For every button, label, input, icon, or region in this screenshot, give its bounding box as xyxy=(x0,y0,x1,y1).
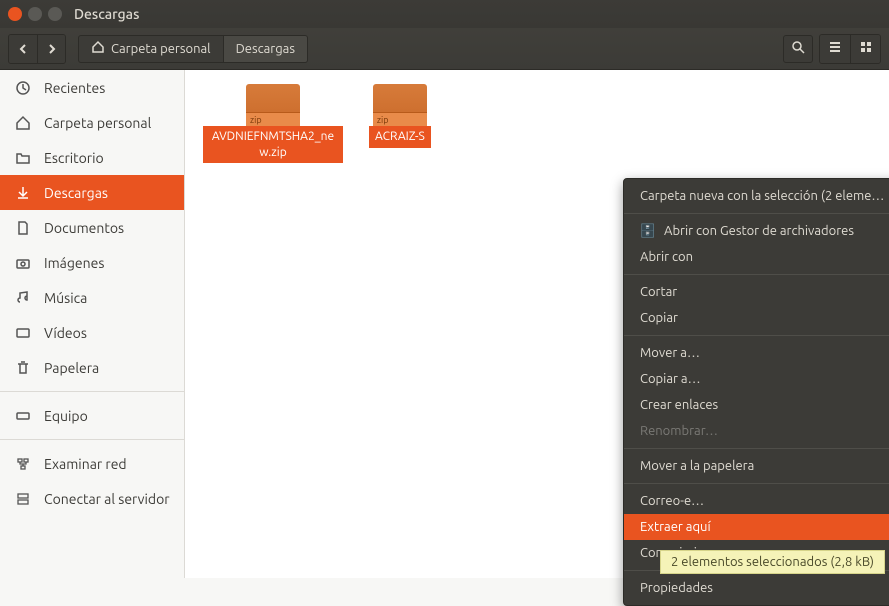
sidebar-item-home[interactable]: Carpeta personal xyxy=(0,105,184,140)
sidebar-label: Música xyxy=(44,290,87,306)
sidebar-label: Equipo xyxy=(44,408,88,424)
archive-app-icon: 🗄️ xyxy=(640,224,656,239)
sidebar-item-network[interactable]: Examinar red xyxy=(0,446,184,481)
window-controls xyxy=(8,7,62,21)
context-menu-separator xyxy=(624,274,889,275)
ctx-cut[interactable]: Cortar xyxy=(624,279,889,305)
music-icon xyxy=(14,289,32,307)
window-minimize-button[interactable] xyxy=(28,7,42,21)
window-maximize-button[interactable] xyxy=(48,7,62,21)
sidebar-item-computer[interactable]: Equipo xyxy=(0,398,184,433)
sidebar-label: Vídeos xyxy=(44,325,87,341)
view-mode-buttons xyxy=(819,34,881,64)
grid-view-button[interactable] xyxy=(850,35,880,63)
server-icon xyxy=(14,490,32,508)
toolbar: Carpeta personal Descargas xyxy=(0,28,889,70)
home-icon xyxy=(14,114,32,132)
status-text: 2 elementos seleccionados (2,8 kB) xyxy=(671,555,874,569)
breadcrumb: Carpeta personal Descargas xyxy=(78,35,308,63)
sidebar-label: Descargas xyxy=(44,185,108,201)
folder-icon xyxy=(14,149,32,167)
search-button[interactable] xyxy=(783,35,813,63)
sidebar: Recientes Carpeta personal Escritorio De… xyxy=(0,70,185,578)
sidebar-label: Conectar al servidor xyxy=(44,491,170,507)
sidebar-item-videos[interactable]: Vídeos xyxy=(0,315,184,350)
sidebar-label: Carpeta personal xyxy=(44,115,151,131)
sidebar-label: Papelera xyxy=(44,360,99,376)
sidebar-label: Examinar red xyxy=(44,456,127,472)
ctx-open-with[interactable]: Abrir con▸ xyxy=(624,244,889,270)
ctx-new-folder-selection[interactable]: Carpeta nueva con la selección (2 eleme… xyxy=(624,183,889,209)
breadcrumb-home[interactable]: Carpeta personal xyxy=(78,35,224,63)
window-title: Descargas xyxy=(74,6,139,22)
disk-icon xyxy=(14,407,32,425)
camera-icon xyxy=(14,254,32,272)
status-bar: 2 elementos seleccionados (2,8 kB) xyxy=(660,550,885,574)
sidebar-label: Escritorio xyxy=(44,150,104,166)
main-area: Recientes Carpeta personal Escritorio De… xyxy=(0,70,889,578)
sidebar-label: Imágenes xyxy=(44,255,104,271)
grid-icon xyxy=(859,40,873,58)
ctx-properties[interactable]: Propiedades xyxy=(624,575,889,601)
clock-icon xyxy=(14,79,32,97)
ctx-rename: Renombrar… xyxy=(624,418,889,444)
ctx-copy-to[interactable]: Copiar a… xyxy=(624,366,889,392)
context-menu: Carpeta nueva con la selección (2 eleme…… xyxy=(623,178,889,606)
sidebar-item-music[interactable]: Música xyxy=(0,280,184,315)
breadcrumb-current[interactable]: Descargas xyxy=(224,35,308,63)
context-menu-separator xyxy=(624,213,889,214)
ctx-email[interactable]: Correo-e… xyxy=(624,488,889,514)
ctx-create-links[interactable]: Crear enlaces xyxy=(624,392,889,418)
file-item[interactable]: AVDNIEFNMTSHA2_new.zip xyxy=(203,84,343,163)
search-icon xyxy=(791,40,805,58)
home-icon xyxy=(91,40,105,57)
trash-icon xyxy=(14,359,32,377)
sidebar-item-connect-server[interactable]: Conectar al servidor xyxy=(0,481,184,516)
titlebar: Descargas xyxy=(0,0,889,28)
ctx-open-archive-manager[interactable]: 🗄️Abrir con Gestor de archivadores xyxy=(624,218,889,244)
ctx-extract-here[interactable]: Extraer aquí xyxy=(624,514,889,540)
network-icon xyxy=(14,455,32,473)
list-icon xyxy=(828,40,842,58)
context-menu-separator xyxy=(624,335,889,336)
breadcrumb-label: Carpeta personal xyxy=(111,42,211,56)
sidebar-label: Recientes xyxy=(44,80,105,96)
sidebar-item-recent[interactable]: Recientes xyxy=(0,70,184,105)
sidebar-item-desktop[interactable]: Escritorio xyxy=(0,140,184,175)
sidebar-item-documents[interactable]: Documentos xyxy=(0,210,184,245)
context-menu-separator xyxy=(624,483,889,484)
breadcrumb-label: Descargas xyxy=(236,42,295,56)
nav-buttons xyxy=(8,34,66,64)
ctx-move-trash[interactable]: Mover a la papelera xyxy=(624,453,889,479)
zip-archive-icon xyxy=(246,84,300,126)
sidebar-label: Documentos xyxy=(44,220,124,236)
content-area[interactable]: AVDNIEFNMTSHA2_new.zip ACRAIZ-S Carpeta … xyxy=(185,70,889,578)
sidebar-item-downloads[interactable]: Descargas xyxy=(0,175,184,210)
context-menu-separator xyxy=(624,448,889,449)
sidebar-divider xyxy=(0,439,184,440)
sidebar-divider xyxy=(0,391,184,392)
sidebar-item-pictures[interactable]: Imágenes xyxy=(0,245,184,280)
ctx-move-to[interactable]: Mover a… xyxy=(624,340,889,366)
window-close-button[interactable] xyxy=(8,7,22,21)
download-icon xyxy=(14,184,32,202)
file-name-label: ACRAIZ-S xyxy=(369,126,431,148)
sidebar-item-trash[interactable]: Papelera xyxy=(0,350,184,385)
forward-button[interactable] xyxy=(37,35,65,63)
zip-archive-icon xyxy=(373,84,427,126)
video-icon xyxy=(14,324,32,342)
file-item[interactable]: ACRAIZ-S xyxy=(369,84,431,148)
back-button[interactable] xyxy=(9,35,37,63)
file-name-label: AVDNIEFNMTSHA2_new.zip xyxy=(203,126,343,163)
list-view-button[interactable] xyxy=(820,35,850,63)
document-icon xyxy=(14,219,32,237)
ctx-copy[interactable]: Copiar xyxy=(624,305,889,331)
